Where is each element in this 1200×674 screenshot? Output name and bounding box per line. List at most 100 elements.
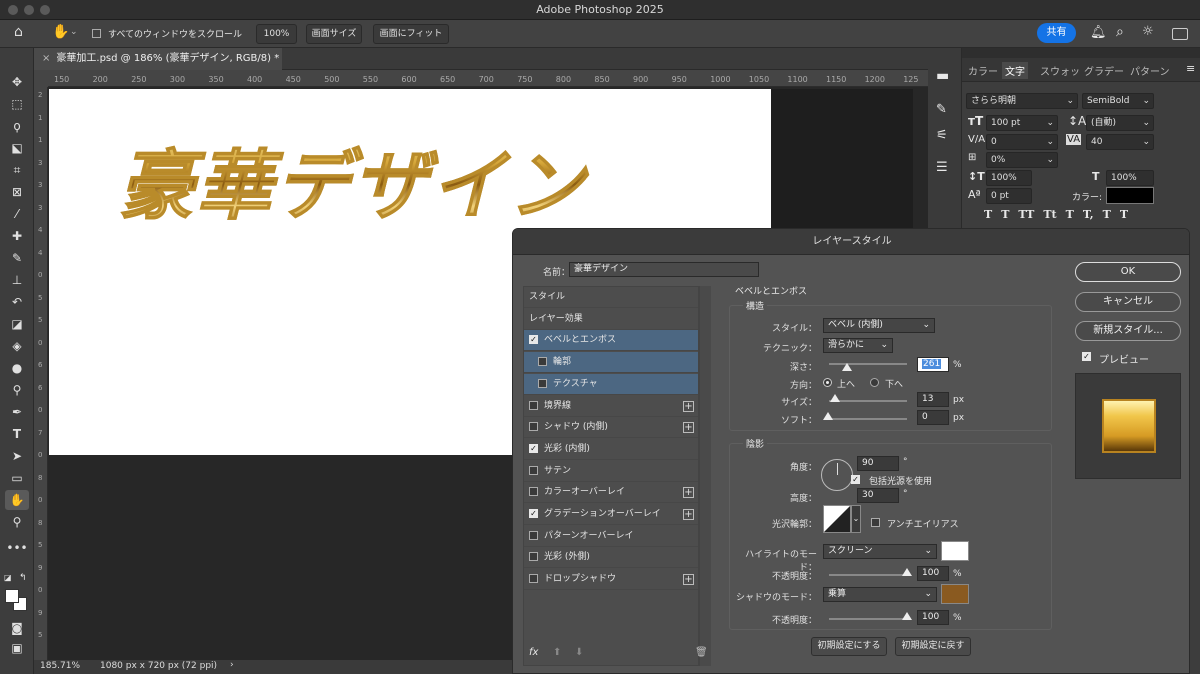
- highlight-opacity-knob[interactable]: [902, 568, 912, 576]
- eyedropper-icon[interactable]: ⁄: [5, 204, 29, 224]
- effect-list-item[interactable]: ドロップシャドウ +: [524, 569, 698, 591]
- path-select-icon[interactable]: ➤: [5, 446, 29, 466]
- scroll-all-checkbox[interactable]: [92, 29, 101, 38]
- effect-list-item[interactable]: シャドウ (内側) +: [524, 417, 698, 439]
- size-slider-track[interactable]: [829, 400, 907, 402]
- gloss-contour-preview[interactable]: [823, 505, 851, 533]
- tab-patterns[interactable]: パターン: [1130, 63, 1170, 78]
- crop-tool-icon[interactable]: ⌗: [5, 160, 29, 180]
- make-default-button[interactable]: 初期設定にする: [811, 637, 887, 656]
- rectangle-tool-icon[interactable]: ▭: [5, 468, 29, 488]
- effect-checkbox[interactable]: [538, 357, 547, 367]
- baseline-shift-field[interactable]: 0 pt: [986, 188, 1032, 204]
- text-color-swatch[interactable]: [1106, 187, 1154, 204]
- history-brush-icon[interactable]: ↶: [5, 292, 29, 312]
- size-slider-knob[interactable]: [830, 394, 840, 402]
- effect-list-item[interactable]: カラーオーバーレイ +: [524, 482, 698, 504]
- type-tool-icon[interactable]: T: [5, 424, 29, 444]
- tracking-field[interactable]: 40 ⌄: [1086, 134, 1154, 150]
- paint-bucket-icon[interactable]: ◈: [5, 336, 29, 356]
- move-down-icon[interactable]: ⬇: [575, 647, 583, 658]
- add-effect-icon[interactable]: +: [683, 574, 694, 586]
- style-name-field[interactable]: 豪華デザイン: [569, 262, 759, 277]
- effect-checkbox[interactable]: [529, 530, 538, 540]
- frame-tool-icon[interactable]: ⊠: [5, 182, 29, 202]
- share-button[interactable]: 共有: [1037, 23, 1076, 43]
- effect-checkbox[interactable]: ✓: [529, 335, 538, 345]
- type-style-button[interactable]: T,: [1083, 208, 1094, 221]
- font-family-select[interactable]: さらら明朝 ⌄: [966, 93, 1078, 109]
- horizontal-scale-field[interactable]: 100%: [1106, 170, 1154, 186]
- document-tab[interactable]: × 豪華加工.psd @ 186% (豪華デザイン, RGB/8) *: [34, 48, 282, 70]
- quick-mask-icon[interactable]: ◙: [5, 618, 29, 638]
- type-style-button[interactable]: T: [1001, 208, 1009, 221]
- move-up-icon[interactable]: ⬆: [553, 647, 561, 658]
- effect-list-item[interactable]: レイヤー効果: [524, 309, 698, 330]
- effect-list-item[interactable]: サテン: [524, 461, 698, 482]
- font-style-select[interactable]: SemiBold ⌄: [1082, 93, 1154, 109]
- fx-icon[interactable]: fx: [529, 647, 538, 658]
- type-style-buttons[interactable]: T T TT Tt T T, T T: [984, 208, 1144, 224]
- effect-checkbox[interactable]: [529, 400, 538, 410]
- reset-default-button[interactable]: 初期設定に戻す: [895, 637, 971, 656]
- shadow-color-swatch[interactable]: [941, 584, 969, 604]
- type-style-button[interactable]: T: [1120, 208, 1128, 221]
- zoom-100-button[interactable]: 100%: [256, 24, 297, 44]
- effect-list-item[interactable]: スタイル: [524, 287, 698, 308]
- tab-color[interactable]: カラー: [968, 63, 998, 78]
- effect-checkbox[interactable]: [529, 574, 538, 584]
- object-select-icon[interactable]: ⬕: [5, 138, 29, 158]
- more-tools-icon[interactable]: •••: [5, 538, 29, 558]
- kerning-field[interactable]: 0 ⌄: [986, 134, 1058, 150]
- type-style-button[interactable]: T: [984, 208, 992, 221]
- effect-list-item[interactable]: パターンオーバーレイ: [524, 526, 698, 547]
- close-tab-icon[interactable]: ×: [42, 53, 50, 64]
- properties-icon[interactable]: ☰: [936, 160, 948, 175]
- size-field[interactable]: 13: [917, 392, 949, 407]
- type-style-button[interactable]: Tt: [1043, 208, 1056, 221]
- effect-list-item[interactable]: 境界線 +: [524, 396, 698, 417]
- workspace-icon[interactable]: [1172, 28, 1188, 40]
- angle-field[interactable]: 90: [857, 456, 899, 471]
- highlight-opacity-field[interactable]: 100: [917, 566, 949, 581]
- list-scrollbar[interactable]: [699, 286, 711, 666]
- add-effect-icon[interactable]: +: [683, 509, 694, 520]
- preview-checkbox[interactable]: ✓: [1082, 352, 1091, 361]
- new-style-button[interactable]: 新規スタイル...: [1075, 321, 1181, 341]
- effect-checkbox[interactable]: [529, 487, 538, 497]
- tab-character[interactable]: 文字: [1002, 62, 1028, 79]
- lightbulb-icon[interactable]: ☼: [1142, 24, 1154, 39]
- add-effect-icon[interactable]: +: [683, 487, 694, 499]
- angle-dial[interactable]: [821, 459, 853, 491]
- vertical-scale-field[interactable]: 100%: [986, 170, 1032, 186]
- effect-list-item[interactable]: ✓ 光彩 (内側): [524, 439, 698, 460]
- pen-tool-icon[interactable]: ✒: [5, 402, 29, 422]
- zoom-readout[interactable]: 185.71%: [40, 661, 80, 671]
- soften-field[interactable]: 0: [917, 410, 949, 425]
- fit-screen-button[interactable]: 画面サイズ: [306, 24, 362, 44]
- effect-checkbox[interactable]: [529, 422, 538, 432]
- depth-field[interactable]: 261: [917, 357, 949, 372]
- effect-checkbox[interactable]: ✓: [529, 443, 538, 453]
- eraser-tool-icon[interactable]: ◪: [5, 314, 29, 334]
- depth-slider-knob[interactable]: [842, 363, 852, 371]
- search-icon[interactable]: ⌕: [1116, 24, 1124, 40]
- effect-checkbox[interactable]: [529, 465, 538, 475]
- dodge-tool-icon[interactable]: ⚲: [5, 380, 29, 400]
- adjustments-icon[interactable]: ⚟: [936, 128, 948, 143]
- effect-list-item[interactable]: テクスチャ: [524, 373, 698, 395]
- blur-tool-icon[interactable]: ●: [5, 358, 29, 378]
- fill-screen-button[interactable]: 画面にフィット: [373, 24, 449, 44]
- type-style-button[interactable]: T: [1066, 208, 1074, 221]
- tab-swatches[interactable]: スウォッ: [1040, 63, 1080, 78]
- effect-checkbox[interactable]: [529, 552, 538, 562]
- shadow-mode-select[interactable]: 乗算 ⌄: [823, 587, 937, 602]
- brush-tool-icon[interactable]: ✎: [5, 248, 29, 268]
- hand-tool-icon[interactable]: ✋: [52, 24, 69, 40]
- stamp-tool-icon[interactable]: ⊥: [5, 270, 29, 290]
- direction-down-radio[interactable]: [870, 378, 879, 387]
- brush-settings-icon[interactable]: ✎: [936, 102, 947, 117]
- chevron-down-icon[interactable]: ⌄: [70, 27, 78, 37]
- altitude-field[interactable]: 30: [857, 488, 899, 503]
- antialias-checkbox[interactable]: [871, 518, 880, 527]
